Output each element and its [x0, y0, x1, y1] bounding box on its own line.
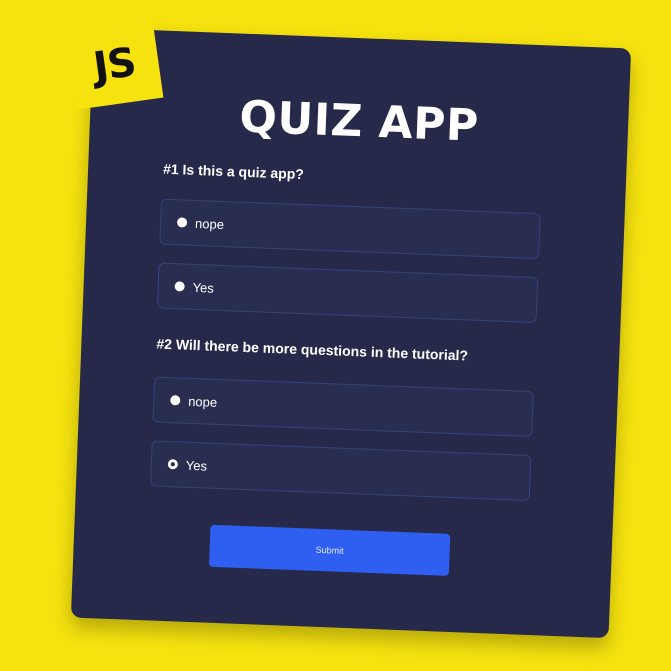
- radio-checked-icon[interactable]: [167, 459, 179, 470]
- page-title: QUIZ APP: [238, 91, 480, 152]
- q2-option-yes[interactable]: Yes: [149, 440, 532, 501]
- quiz-card: QUIZ APP #1 Is this a quiz app? nope Yes…: [70, 27, 632, 639]
- radio-unchecked-icon[interactable]: [176, 217, 188, 228]
- option-label: nope: [187, 393, 218, 410]
- question-1-text: #1 Is this a quiz app?: [162, 160, 305, 183]
- option-label: Yes: [185, 457, 208, 474]
- option-label: Yes: [192, 279, 215, 296]
- q2-option-nope[interactable]: nope: [152, 376, 534, 438]
- submit-button[interactable]: Submit: [208, 524, 451, 576]
- radio-unchecked-icon[interactable]: [170, 395, 181, 406]
- option-label: nope: [194, 215, 225, 232]
- radio-unchecked-icon[interactable]: [174, 281, 185, 292]
- q1-option-nope[interactable]: nope: [159, 198, 541, 260]
- js-logo-text: JS: [90, 39, 139, 91]
- question-2-text: #2 Will there be more questions in the t…: [156, 335, 469, 364]
- q1-option-yes[interactable]: Yes: [156, 262, 539, 324]
- js-logo: JS: [64, 14, 164, 110]
